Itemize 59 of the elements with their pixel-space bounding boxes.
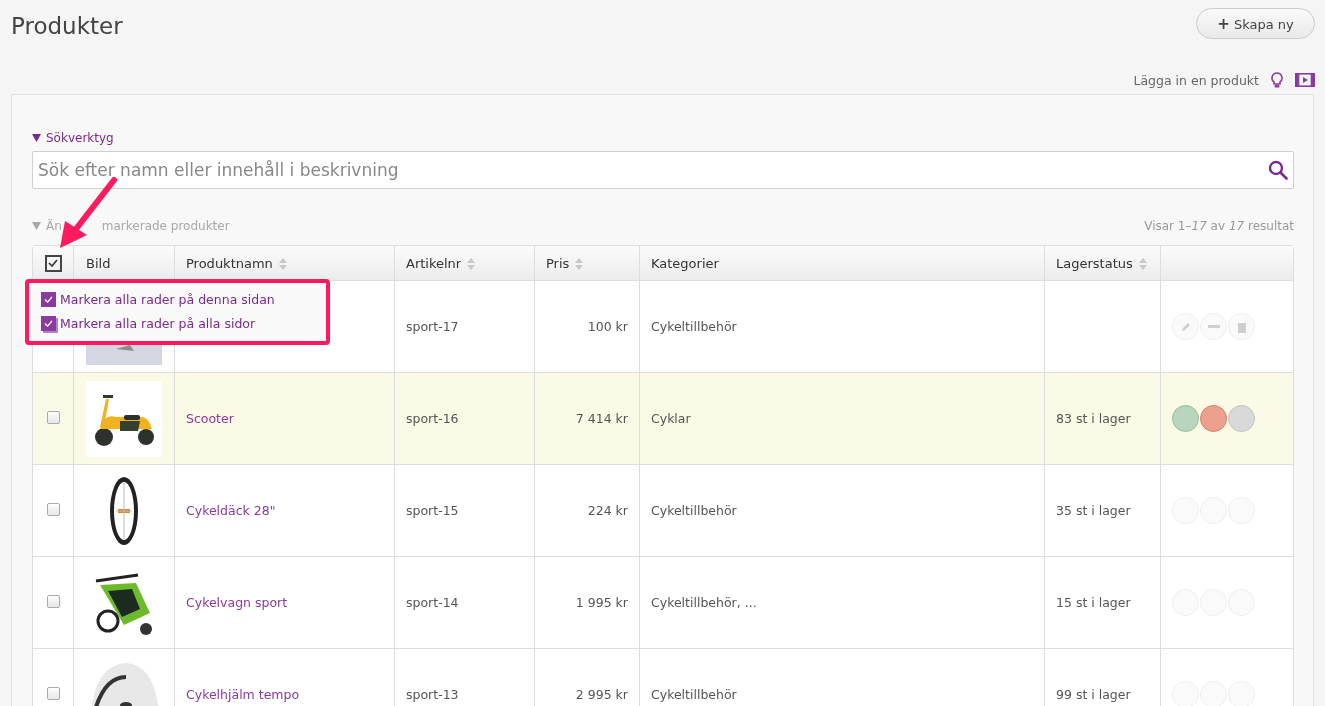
delete-button[interactable] — [1228, 405, 1255, 432]
result-count: Visar 1–17 av 17 resultat — [1144, 219, 1294, 233]
price: 224 kr — [587, 503, 628, 518]
select-option[interactable]: Markera alla rader på denna sidan — [41, 287, 318, 311]
video-icon[interactable] — [1295, 73, 1315, 87]
row-checkbox[interactable] — [46, 410, 60, 424]
price: 1 995 kr — [575, 595, 628, 610]
price: 7 414 kr — [575, 411, 628, 426]
stock-status: 99 st i lager — [1056, 687, 1131, 702]
price: 2 995 kr — [575, 687, 628, 702]
categories: Cykeltillbehör — [651, 503, 737, 518]
column-header[interactable]: Artikelnr — [406, 255, 462, 271]
row-checkbox[interactable] — [46, 686, 60, 700]
minus-icon — [1207, 324, 1220, 329]
price: 100 kr — [587, 319, 628, 334]
column-header[interactable]: Produktnamn — [186, 255, 273, 271]
stock-status: 35 st i lager — [1056, 503, 1131, 518]
trash-icon — [1236, 320, 1247, 333]
page-title: Produkter — [11, 11, 123, 39]
column-header: Kategorier — [651, 255, 719, 271]
product-name-link[interactable]: Cykeldäck 28" — [186, 503, 276, 518]
row-checkbox[interactable] — [46, 594, 60, 608]
sort-icon[interactable] — [467, 258, 476, 270]
check-icon — [48, 259, 58, 267]
search-icon[interactable] — [1268, 160, 1288, 180]
article-number: sport-15 — [406, 503, 459, 518]
edit-button[interactable] — [1172, 405, 1199, 432]
categories: Cykeltillbehör — [651, 687, 737, 702]
sort-icon[interactable] — [278, 258, 287, 270]
sort-icon[interactable] — [575, 258, 584, 270]
triangle-icon — [32, 222, 41, 230]
lightbulb-icon[interactable] — [1271, 72, 1283, 88]
column-header[interactable]: Pris — [546, 255, 570, 271]
stock-status: 83 st i lager — [1056, 411, 1131, 426]
article-number: sport-13 — [406, 687, 459, 702]
search-field[interactable]: Sök efter namn eller innehåll i beskrivning — [32, 151, 1294, 189]
article-number: sport-14 — [406, 595, 459, 610]
hide-button[interactable] — [1200, 405, 1227, 432]
row-checkbox[interactable] — [46, 502, 60, 516]
pencil-icon — [1179, 320, 1192, 333]
categories: Cyklar — [651, 411, 691, 426]
search-tools-toggle[interactable]: Sökverktyg — [32, 131, 114, 145]
column-header: Bild — [86, 255, 111, 271]
help-link[interactable]: Lägga in en produkt — [1133, 72, 1259, 88]
triangle-icon — [32, 134, 41, 142]
categories: Cykeltillbehör — [651, 319, 737, 334]
create-button[interactable]: + Skapa ny — [1196, 8, 1315, 39]
product-name-link[interactable]: Cykelhjälm tempo — [186, 687, 300, 702]
select-all-checkbox[interactable] — [44, 254, 62, 272]
article-number: sport-17 — [406, 319, 459, 334]
product-name-link[interactable]: Cykelvagn sport — [186, 595, 288, 610]
check-icon — [44, 319, 53, 327]
article-number: sport-16 — [406, 411, 459, 426]
product-name-link[interactable]: Scooter — [186, 411, 234, 426]
stock-status: 15 st i lager — [1056, 595, 1131, 610]
select-option[interactable]: Markera alla rader på alla sidor — [41, 311, 318, 335]
sort-icon[interactable] — [1138, 258, 1147, 270]
check-icon — [44, 295, 53, 303]
categories: Cykeltillbehör, ... — [651, 595, 757, 610]
